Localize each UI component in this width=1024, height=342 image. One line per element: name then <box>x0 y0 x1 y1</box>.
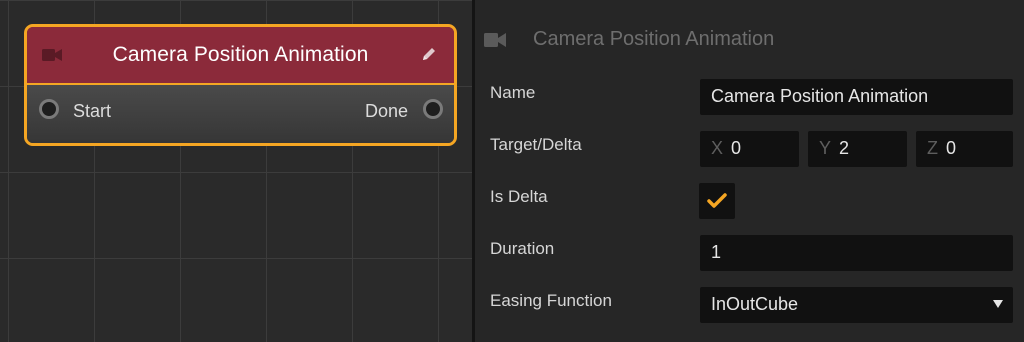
graph-node[interactable]: Camera Position Animation Start Done <box>24 24 457 146</box>
x-value: 0 <box>731 138 742 158</box>
input-port-label: Start <box>73 101 112 121</box>
node-title: Camera Position Animation <box>112 43 369 66</box>
output-port-done[interactable] <box>423 99 443 119</box>
input-port-start[interactable] <box>39 99 59 119</box>
y-axis-label: Y <box>819 138 832 158</box>
easing-function-label: Easing Function <box>490 291 612 310</box>
inspector-title: Camera Position Animation <box>533 28 775 50</box>
target-x-field[interactable]: X0 <box>700 131 799 167</box>
video-camera-icon <box>41 47 63 68</box>
target-z-field[interactable]: Z0 <box>916 131 1013 167</box>
duration-label: Duration <box>490 239 555 258</box>
node-graph-canvas[interactable]: Camera Position Animation Start Done <box>0 0 472 342</box>
z-axis-label: Z <box>927 138 938 158</box>
x-axis-label: X <box>711 138 724 158</box>
inspector-panel: Camera Position Animation Name Camera Po… <box>475 0 1024 342</box>
easing-function-select[interactable]: InOutCube <box>700 287 1013 323</box>
y-value: 2 <box>839 138 850 158</box>
node-header[interactable]: Camera Position Animation <box>27 27 454 85</box>
node-body: Start Done <box>27 85 454 143</box>
name-value: Camera Position Animation <box>711 86 929 106</box>
target-delta-label: Target/Delta <box>490 135 582 154</box>
checkmark-icon <box>699 193 735 223</box>
video-camera-icon <box>483 32 507 53</box>
z-value: 0 <box>946 138 957 158</box>
duration-value: 1 <box>711 242 722 262</box>
is-delta-checkbox[interactable] <box>699 183 735 219</box>
duration-input[interactable]: 1 <box>700 235 1013 271</box>
target-y-field[interactable]: Y2 <box>808 131 907 167</box>
name-label: Name <box>490 83 536 102</box>
inspector-header: Camera Position Animation <box>475 18 1024 62</box>
name-input[interactable]: Camera Position Animation <box>700 79 1013 115</box>
is-delta-label: Is Delta <box>490 187 548 206</box>
easing-function-value: InOutCube <box>711 294 799 314</box>
output-port-label: Done <box>364 101 408 121</box>
pencil-icon[interactable] <box>420 45 438 68</box>
dropdown-arrow-icon <box>993 300 1003 308</box>
